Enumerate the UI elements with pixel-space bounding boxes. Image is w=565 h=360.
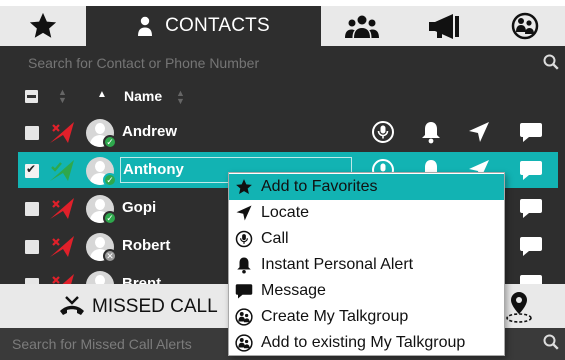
menu-item-create-my-talkgroup[interactable]: Create My Talkgroup: [229, 304, 504, 330]
message-icon[interactable]: [518, 157, 544, 183]
menu-item-message[interactable]: Message: [229, 278, 504, 304]
message-icon[interactable]: [518, 271, 544, 284]
menu-item-label: Message: [261, 282, 326, 299]
tab-contacts[interactable]: CONTACTS: [86, 6, 321, 46]
contact-context-menu: Add to Favorites Locate Call Instant Per…: [228, 172, 505, 356]
contact-row[interactable]: ✓ Andrew: [0, 114, 565, 150]
talkgroup-icon: [235, 334, 253, 352]
tab-favorites[interactable]: [0, 6, 86, 46]
message-icon[interactable]: [518, 195, 544, 221]
talkgroup-icon: [235, 308, 253, 326]
menu-item-add-to-favorites[interactable]: Add to Favorites: [229, 174, 504, 200]
tab-talkgroups[interactable]: [485, 6, 565, 46]
menu-item-label: Add to existing My Talkgroup: [261, 334, 466, 351]
contact-search-input[interactable]: [28, 55, 528, 71]
select-all-checkbox[interactable]: [25, 90, 38, 103]
contact-search-bar: [0, 46, 565, 80]
menu-item-label: Call: [261, 230, 289, 247]
menu-item-label: Instant Personal Alert: [261, 256, 414, 273]
talkgroup-icon: [511, 12, 539, 40]
menu-item-locate[interactable]: Locate: [229, 200, 504, 226]
menu-item-label: Locate: [261, 204, 310, 221]
menu-item-label: Create My Talkgroup: [261, 308, 409, 325]
status-sort-icon[interactable]: ▲ ▼: [58, 88, 67, 105]
name-sort-icon[interactable]: ▲ ▼: [176, 89, 185, 106]
group-icon: [345, 15, 379, 38]
missed-call-search-input[interactable]: Search for Missed Call Alerts: [12, 336, 192, 352]
search-icon[interactable]: [543, 334, 559, 350]
top-tab-bar: CONTACTS: [0, 0, 565, 46]
message-icon[interactable]: [518, 233, 544, 259]
location-pin-icon: [506, 292, 532, 323]
missed-calls-title: MISSED CALL: [92, 296, 218, 317]
column-header-name[interactable]: Name: [124, 88, 162, 104]
megaphone-icon: [429, 14, 459, 39]
contacts-header-row: ▲ ▼ ▲ Name ▲ ▼: [0, 80, 565, 114]
menu-item-label: Add to Favorites: [261, 178, 378, 195]
tab-alerts[interactable]: [403, 6, 485, 46]
row-actions: [0, 119, 565, 145]
locate-arrow-icon: [236, 205, 252, 221]
star-icon: [236, 179, 252, 195]
bell-icon: [237, 257, 251, 274]
message-icon[interactable]: [518, 119, 544, 145]
bell-icon[interactable]: [418, 119, 444, 145]
call-icon[interactable]: [370, 119, 396, 145]
menu-item-add-to-existing-my-talkgroup[interactable]: Add to existing My Talkgroup: [229, 330, 504, 356]
sort-ascending-icon[interactable]: ▲: [97, 89, 107, 100]
tab-contacts-label: CONTACTS: [165, 15, 270, 36]
tab-groups[interactable]: [321, 6, 403, 46]
call-icon: [235, 230, 253, 248]
missed-call-icon: [60, 296, 84, 315]
locate-arrow-icon[interactable]: [466, 119, 492, 145]
menu-item-call[interactable]: Call: [229, 226, 504, 252]
person-icon: [138, 16, 153, 36]
search-icon[interactable]: [543, 54, 559, 70]
message-icon: [235, 284, 253, 299]
menu-item-instant-personal-alert[interactable]: Instant Personal Alert: [229, 252, 504, 278]
star-icon: [29, 12, 57, 38]
